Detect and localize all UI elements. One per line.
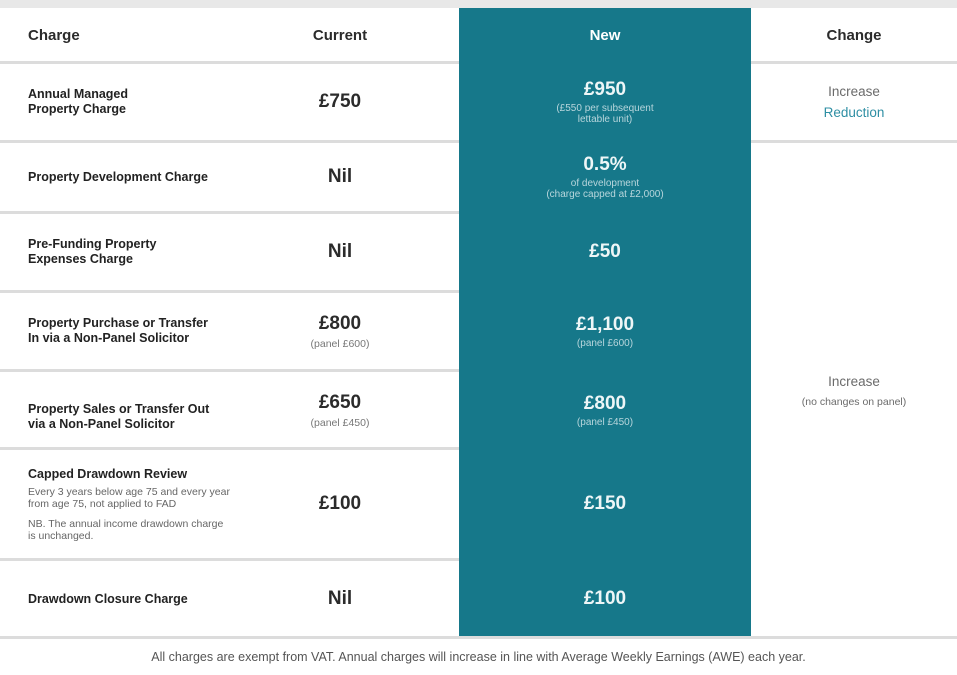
- current-value: Nil: [327, 588, 353, 609]
- new-cell: £800 (panel £450): [459, 372, 751, 448]
- current-value: £750: [318, 91, 362, 112]
- new-note: of development (charge capped at £2,000): [546, 178, 664, 200]
- current-value: £650: [318, 391, 362, 413]
- current-value: Nil: [327, 166, 353, 187]
- new-cell: 0.5% of development (charge capped at £2…: [459, 143, 751, 211]
- new-cell: £1,100 (panel £600): [459, 293, 751, 369]
- new-cell: £950 (£550 per subsequent lettable unit): [459, 64, 751, 140]
- change-cell-group: Increase (no changes on panel): [751, 143, 957, 636]
- current-cell: Nil: [250, 143, 430, 211]
- charge-label-cell: Capped Drawdown Review Every 3 years bel…: [28, 450, 278, 558]
- header-current: Current: [312, 26, 368, 44]
- charge-sub-note: NB. The annual income drawdown charge is…: [28, 517, 224, 542]
- current-note: (panel £450): [310, 416, 370, 429]
- new-value: £950: [583, 79, 627, 100]
- charge-label: Pre-Funding Property Expenses Charge: [28, 237, 157, 266]
- new-cell: £100: [459, 561, 751, 637]
- header-change: Change: [826, 26, 882, 44]
- charge-label: Property Sales or Transfer Out via a Non…: [28, 402, 210, 431]
- new-cell: £50: [459, 214, 751, 290]
- footer-note: All charges are exempt from VAT. Annual …: [151, 650, 806, 664]
- current-cell: £750: [250, 64, 430, 140]
- new-value: £1,100: [575, 313, 635, 335]
- current-cell: £650 (panel £450): [250, 372, 430, 448]
- current-value: Nil: [327, 241, 353, 262]
- new-value: £800: [583, 392, 627, 414]
- current-cell: Nil: [250, 561, 430, 637]
- charge-label: Capped Drawdown Review: [28, 466, 188, 481]
- new-value: £150: [583, 493, 627, 514]
- header-charge: Charge: [28, 26, 80, 44]
- new-note: (panel £600): [576, 337, 634, 349]
- current-cell: Nil: [250, 214, 430, 290]
- change-increase: Increase: [828, 84, 880, 99]
- current-cell: £800 (panel £600): [250, 293, 430, 369]
- new-value: £50: [589, 241, 621, 262]
- charge-label: Drawdown Closure Charge: [28, 591, 188, 606]
- new-value: £100: [583, 588, 627, 609]
- current-value: £800: [318, 312, 362, 334]
- charge-label: Property Development Charge: [28, 169, 208, 184]
- current-cell: £100: [250, 450, 430, 558]
- new-cell: £150: [459, 450, 751, 558]
- new-note: (£550 per subsequent lettable unit): [556, 103, 654, 125]
- charge-label: Property Purchase or Transfer In via a N…: [28, 316, 208, 345]
- new-value: 0.5%: [583, 154, 627, 175]
- header-new: New: [589, 26, 621, 44]
- change-increase: Increase: [828, 374, 880, 389]
- charge-sub-note: Every 3 years below age 75 and every yea…: [28, 485, 230, 510]
- change-cell: Increase Reduction: [751, 64, 957, 140]
- current-value: £100: [318, 493, 362, 514]
- current-note: (panel £600): [310, 337, 370, 350]
- change-note: (no changes on panel): [801, 396, 907, 408]
- top-band: [0, 0, 957, 8]
- change-reduction: Reduction: [823, 105, 885, 120]
- new-note: (panel £450): [576, 416, 634, 428]
- charge-label: Annual Managed Property Charge: [28, 87, 129, 116]
